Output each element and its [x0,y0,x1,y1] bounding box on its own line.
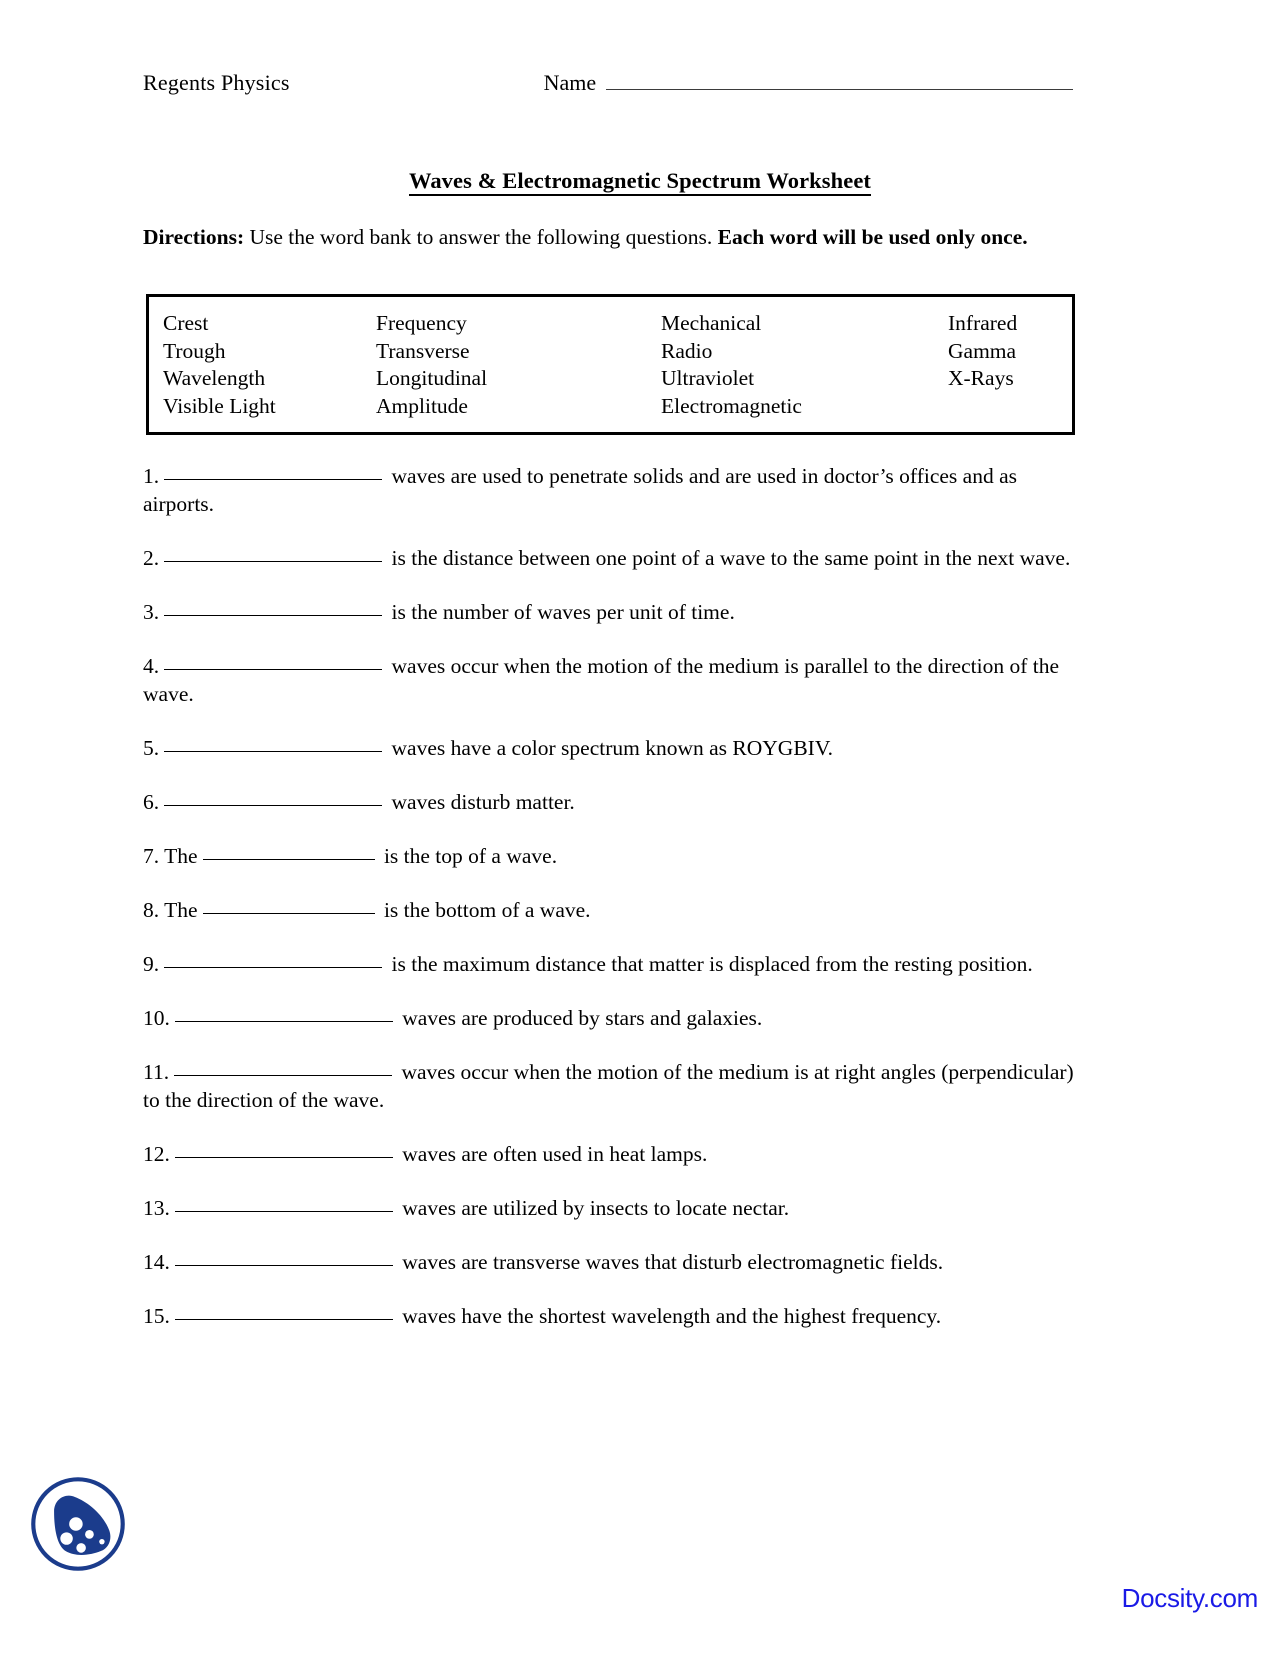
question-text: waves are utilized by insects to locate … [396,1196,790,1220]
answer-blank[interactable] [174,1319,393,1320]
question-text: waves disturb matter. [386,790,575,814]
question-number: 8. [143,898,160,922]
word-bank-item: Trough [163,338,226,363]
question-item: 12. waves are often used in heat lamps. [143,1140,1075,1168]
answer-blank[interactable] [174,1265,393,1266]
question-text: is the number of waves per unit of time. [386,600,735,624]
directions-emphasis: Each word will be used only once. [717,225,1028,249]
question-number: 10. [143,1006,170,1030]
question-number: 6. [143,790,160,814]
word-bank-item: Gamma [948,338,1017,363]
directions-body: Use the word bank to answer the followin… [244,225,718,249]
question-prefix: The [164,898,198,922]
answer-blank[interactable] [174,1021,393,1022]
question-text: waves occur when the motion of the mediu… [143,1060,1074,1112]
answer-blank[interactable] [174,1075,393,1076]
docsity-watermark[interactable]: Docsity.com [1122,1583,1259,1614]
question-item: 4. waves occur when the motion of the me… [143,652,1075,708]
word-bank-item: Ultraviolet [661,366,755,390]
answer-blank[interactable] [164,615,383,616]
page-title-text: Waves & Electromagnetic Spectrum Workshe… [408,168,872,196]
question-number: 14. [143,1250,170,1274]
question-item: 2. is the distance between one point of … [143,544,1075,572]
question-item: 11. waves occur when the motion of the m… [143,1058,1075,1114]
question-item: 14. waves are transverse waves that dist… [143,1248,1075,1276]
question-text: is the distance between one point of a w… [386,546,1071,570]
question-number: 9. [143,952,160,976]
word-bank-column-4: Infrared Gamma X-Rays [948,310,1072,420]
word-bank-item: Amplitude [376,393,468,418]
answer-blank[interactable] [164,561,383,562]
question-text: is the maximum distance that matter is d… [386,952,1033,976]
question-text: waves are transverse waves that disturb … [396,1250,944,1274]
directions-label: Directions: [143,225,245,249]
question-item: 8. The is the bottom of a wave. [143,896,1075,924]
name-label: Name [543,70,597,95]
name-field-group: Name [544,70,1073,96]
question-text: waves are often used in heat lamps. [396,1142,708,1166]
question-text: waves occur when the motion of the mediu… [143,654,1059,706]
question-item: 10. waves are produced by stars and gala… [143,1004,1075,1032]
question-number: 13. [143,1196,170,1220]
word-bank-box: Crest Trough Wavelength Visible Light Fr… [146,294,1075,435]
question-number: 1. [143,464,160,488]
word-bank-item: Transverse [376,338,470,363]
question-item: 9. is the maximum distance that matter i… [143,950,1075,978]
word-bank-item: Frequency [376,311,467,335]
questions-list: 1. waves are used to penetrate solids an… [143,462,1075,1356]
page-title: Waves & Electromagnetic Spectrum Workshe… [0,168,1280,196]
question-text: waves have a color spectrum known as ROY… [386,736,833,760]
answer-blank[interactable] [174,1211,393,1212]
question-number: 4. [143,654,160,678]
question-item: 3. is the number of waves per unit of ti… [143,598,1075,626]
answer-blank[interactable] [164,751,383,752]
question-text: is the bottom of a wave. [378,898,591,922]
question-number: 15. [143,1304,170,1328]
page-header: Regents Physics Name [143,70,1073,96]
word-bank-column-2: Frequency Transverse Longitudinal Amplit… [376,310,661,420]
question-number: 12. [143,1142,170,1166]
question-item: 7. The is the top of a wave. [143,842,1075,870]
question-number: 11. [143,1060,170,1084]
directions-paragraph: Directions: Use the word bank to answer … [143,222,1075,253]
word-bank-item: Crest [163,311,209,335]
docsity-cookie-logo [26,1472,130,1576]
name-input-line[interactable] [606,74,1073,90]
course-title: Regents Physics [143,70,290,95]
word-bank-item: Electromagnetic [661,393,802,418]
answer-blank[interactable] [164,669,383,670]
answer-blank[interactable] [164,805,383,806]
answer-blank[interactable] [202,859,375,860]
word-bank-grid: Crest Trough Wavelength Visible Light Fr… [149,310,1072,420]
question-text: waves are produced by stars and galaxies… [396,1006,763,1030]
answer-blank[interactable] [174,1157,393,1158]
question-number: 3. [143,600,160,624]
answer-blank[interactable] [164,967,383,968]
answer-blank[interactable] [202,913,375,914]
question-item: 6. waves disturb matter. [143,788,1075,816]
question-item: 13. waves are utilized by insects to loc… [143,1194,1075,1222]
word-bank-item: X-Rays [948,366,1014,390]
answer-blank[interactable] [164,479,383,480]
word-bank-item: Infrared [948,311,1018,335]
word-bank-item: Wavelength [163,366,266,390]
question-number: 2. [143,546,160,570]
question-item: 1. waves are used to penetrate solids an… [143,462,1075,518]
question-item: 15. waves have the shortest wavelength a… [143,1302,1075,1330]
word-bank-column-3: Mechanical Radio Ultraviolet Electromagn… [661,310,948,420]
word-bank-column-1: Crest Trough Wavelength Visible Light [163,310,376,420]
question-number: 5. [143,736,160,760]
question-prefix: The [164,844,198,868]
question-text: waves have the shortest wavelength and t… [396,1304,942,1328]
question-item: 5. waves have a color spectrum known as … [143,734,1075,762]
question-text: is the top of a wave. [378,844,558,868]
word-bank-item: Mechanical [661,311,762,335]
word-bank-item: Longitudinal [376,366,488,390]
question-number: 7. [143,844,160,868]
word-bank-item: Radio [661,338,713,363]
worksheet-page: Regents Physics Name Waves & Electromagn… [0,0,1280,1656]
question-text: waves are used to penetrate solids and a… [143,464,1017,516]
word-bank-item: Visible Light [163,393,276,418]
